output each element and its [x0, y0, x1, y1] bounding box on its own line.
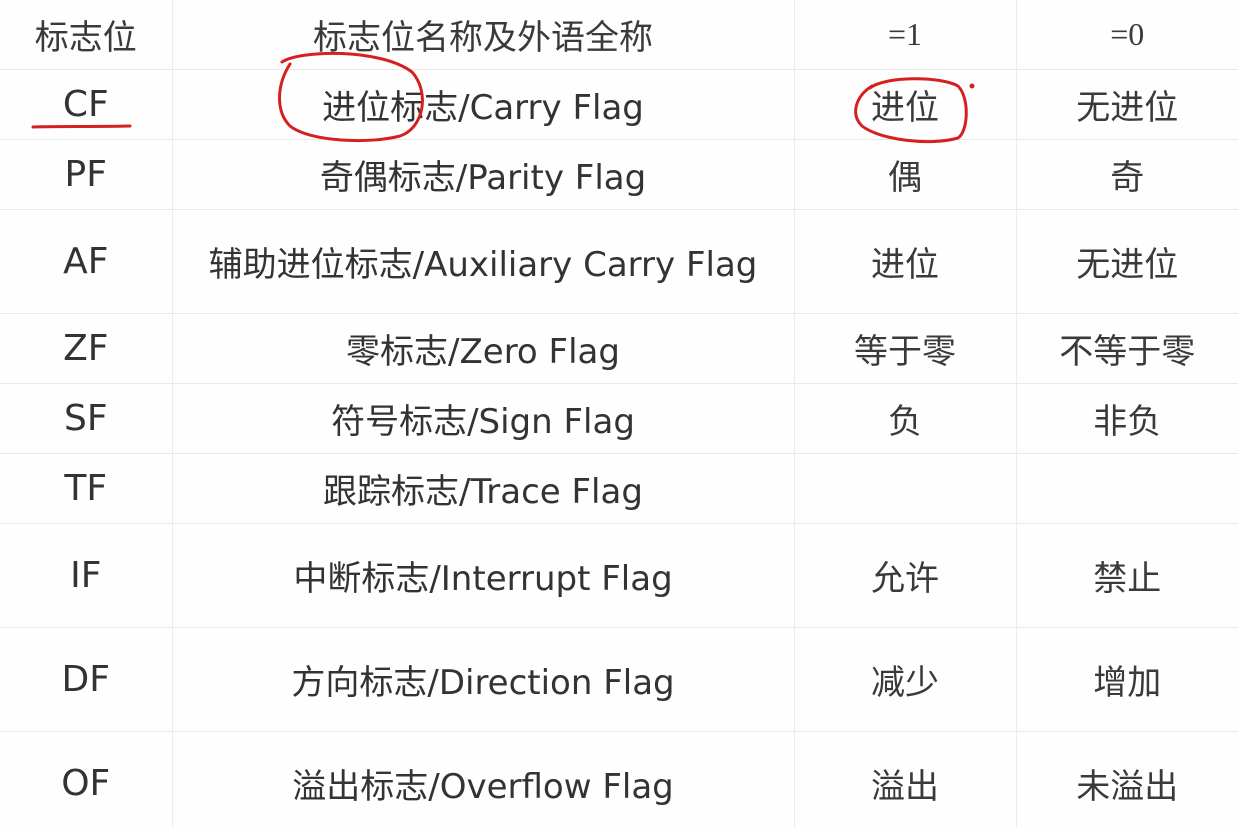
header-flag: 标志位	[0, 0, 173, 70]
flag-abbr: DF	[0, 627, 173, 732]
flag-name: 零标志/Zero Flag	[172, 313, 795, 384]
flag-name: 跟踪标志/Trace Flag	[172, 453, 795, 524]
table-row: CF 进位标志/Carry Flag 进位 无进位	[0, 69, 1238, 140]
header-name: 标志位名称及外语全称	[172, 0, 795, 70]
flag-clear-meaning: 禁止	[1016, 523, 1238, 628]
flag-set-meaning: 进位	[794, 69, 1017, 140]
flag-name: 进位标志/Carry Flag	[172, 69, 795, 140]
flags-table-page: 标志位 标志位名称及外语全称 =1 =0 CF 进位标志/Carry Flag …	[0, 0, 1238, 828]
table-row: TF 跟踪标志/Trace Flag	[0, 453, 1238, 524]
flag-abbr: PF	[0, 139, 173, 210]
flag-clear-meaning: 未溢出	[1016, 731, 1238, 828]
flag-clear-meaning: 无进位	[1016, 209, 1238, 314]
flag-abbr: ZF	[0, 313, 173, 384]
table-row: PF 奇偶标志/Parity Flag 偶 奇	[0, 139, 1238, 210]
flag-abbr: OF	[0, 731, 173, 828]
table-row: AF 辅助进位标志/Auxiliary Carry Flag 进位 无进位	[0, 209, 1238, 314]
flag-set-meaning: 负	[794, 383, 1017, 454]
table-header-row: 标志位 标志位名称及外语全称 =1 =0	[0, 0, 1238, 70]
flag-set-meaning	[794, 453, 1017, 524]
flag-abbr: CF	[0, 69, 173, 140]
flag-name: 奇偶标志/Parity Flag	[172, 139, 795, 210]
flag-clear-meaning: 无进位	[1016, 69, 1238, 140]
flag-clear-meaning: 不等于零	[1016, 313, 1238, 384]
flag-name: 溢出标志/Overflow Flag	[172, 731, 795, 828]
flag-set-meaning: 允许	[794, 523, 1017, 628]
table-row: DF 方向标志/Direction Flag 减少 增加	[0, 627, 1238, 732]
flag-set-meaning: 进位	[794, 209, 1017, 314]
flag-clear-meaning: 增加	[1016, 627, 1238, 732]
flag-name: 辅助进位标志/Auxiliary Carry Flag	[172, 209, 795, 314]
flag-name: 符号标志/Sign Flag	[172, 383, 795, 454]
flag-abbr: SF	[0, 383, 173, 454]
table-row: SF 符号标志/Sign Flag 负 非负	[0, 383, 1238, 454]
header-equals-zero: =0	[1016, 0, 1238, 70]
flag-abbr: AF	[0, 209, 173, 314]
flag-clear-meaning: 非负	[1016, 383, 1238, 454]
header-equals-one: =1	[794, 0, 1017, 70]
flag-set-meaning: 偶	[794, 139, 1017, 210]
flag-abbr: TF	[0, 453, 173, 524]
table-row: OF 溢出标志/Overflow Flag 溢出 未溢出	[0, 731, 1238, 828]
flag-set-meaning: 等于零	[794, 313, 1017, 384]
flags-table: 标志位 标志位名称及外语全称 =1 =0 CF 进位标志/Carry Flag …	[0, 0, 1238, 828]
flag-set-meaning: 减少	[794, 627, 1017, 732]
flag-clear-meaning: 奇	[1016, 139, 1238, 210]
flag-name: 中断标志/Interrupt Flag	[172, 523, 795, 628]
flag-clear-meaning	[1016, 453, 1238, 524]
flag-name: 方向标志/Direction Flag	[172, 627, 795, 732]
flag-set-meaning: 溢出	[794, 731, 1017, 828]
flag-abbr: IF	[0, 523, 173, 628]
table-row: IF 中断标志/Interrupt Flag 允许 禁止	[0, 523, 1238, 628]
table-row: ZF 零标志/Zero Flag 等于零 不等于零	[0, 313, 1238, 384]
